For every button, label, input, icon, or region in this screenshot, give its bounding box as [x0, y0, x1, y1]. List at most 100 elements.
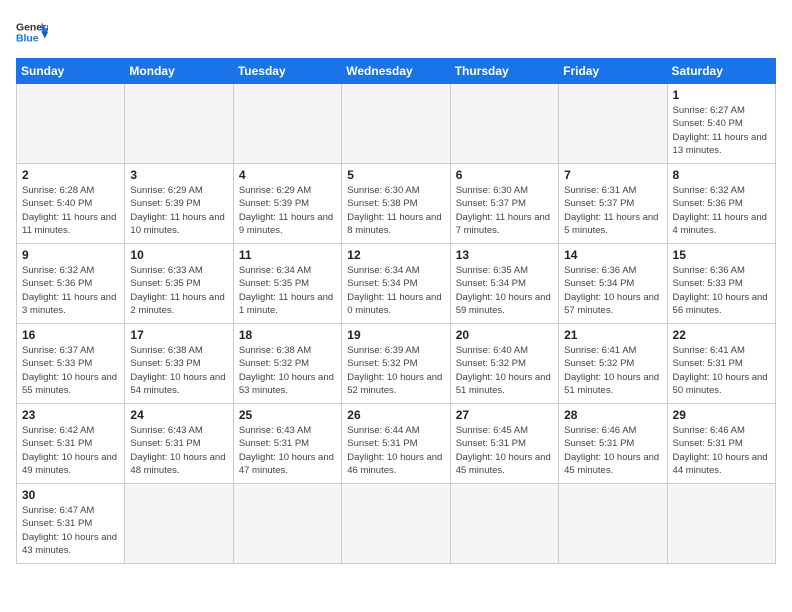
daylight-text: Daylight: 10 hours and 53 minutes.	[239, 371, 336, 398]
calendar-day-cell: 14 Sunrise: 6:36 AM Sunset: 5:34 PM Dayl…	[559, 244, 667, 324]
calendar-day-cell: 22 Sunrise: 6:41 AM Sunset: 5:31 PM Dayl…	[667, 324, 775, 404]
day-number: 7	[564, 168, 661, 182]
weekday-header: Tuesday	[233, 59, 341, 84]
daylight-text: Daylight: 10 hours and 51 minutes.	[564, 371, 661, 398]
day-number: 17	[130, 328, 227, 342]
weekday-header: Sunday	[17, 59, 125, 84]
calendar-day-cell: 16 Sunrise: 6:37 AM Sunset: 5:33 PM Dayl…	[17, 324, 125, 404]
day-info: Sunrise: 6:38 AM Sunset: 5:33 PM Dayligh…	[130, 344, 227, 397]
sunrise-text: Sunrise: 6:30 AM	[347, 184, 444, 197]
day-number: 18	[239, 328, 336, 342]
calendar-day-cell: 7 Sunrise: 6:31 AM Sunset: 5:37 PM Dayli…	[559, 164, 667, 244]
calendar-week-row: 9 Sunrise: 6:32 AM Sunset: 5:36 PM Dayli…	[17, 244, 776, 324]
calendar-day-cell: 26 Sunrise: 6:44 AM Sunset: 5:31 PM Dayl…	[342, 404, 450, 484]
weekday-header: Saturday	[667, 59, 775, 84]
sunrise-text: Sunrise: 6:29 AM	[239, 184, 336, 197]
weekday-header: Wednesday	[342, 59, 450, 84]
day-number: 21	[564, 328, 661, 342]
sunset-text: Sunset: 5:36 PM	[673, 197, 770, 210]
calendar-day-cell: 15 Sunrise: 6:36 AM Sunset: 5:33 PM Dayl…	[667, 244, 775, 324]
day-number: 16	[22, 328, 119, 342]
calendar-day-cell: 20 Sunrise: 6:40 AM Sunset: 5:32 PM Dayl…	[450, 324, 558, 404]
calendar-day-cell: 6 Sunrise: 6:30 AM Sunset: 5:37 PM Dayli…	[450, 164, 558, 244]
day-number: 26	[347, 408, 444, 422]
sunrise-text: Sunrise: 6:42 AM	[22, 424, 119, 437]
day-info: Sunrise: 6:29 AM Sunset: 5:39 PM Dayligh…	[130, 184, 227, 237]
sunset-text: Sunset: 5:35 PM	[130, 277, 227, 290]
logo-icon: General Blue	[16, 16, 48, 48]
day-number: 8	[673, 168, 770, 182]
sunset-text: Sunset: 5:31 PM	[673, 357, 770, 370]
day-number: 11	[239, 248, 336, 262]
sunrise-text: Sunrise: 6:39 AM	[347, 344, 444, 357]
daylight-text: Daylight: 10 hours and 57 minutes.	[564, 291, 661, 318]
day-info: Sunrise: 6:36 AM Sunset: 5:34 PM Dayligh…	[564, 264, 661, 317]
day-info: Sunrise: 6:32 AM Sunset: 5:36 PM Dayligh…	[673, 184, 770, 237]
day-number: 25	[239, 408, 336, 422]
sunrise-text: Sunrise: 6:43 AM	[239, 424, 336, 437]
daylight-text: Daylight: 10 hours and 45 minutes.	[564, 451, 661, 478]
calendar-week-row: 1 Sunrise: 6:27 AM Sunset: 5:40 PM Dayli…	[17, 84, 776, 164]
calendar-day-cell	[233, 484, 341, 564]
calendar-day-cell	[125, 484, 233, 564]
day-number: 29	[673, 408, 770, 422]
calendar-day-cell: 12 Sunrise: 6:34 AM Sunset: 5:34 PM Dayl…	[342, 244, 450, 324]
day-number: 4	[239, 168, 336, 182]
calendar-day-cell: 18 Sunrise: 6:38 AM Sunset: 5:32 PM Dayl…	[233, 324, 341, 404]
sunrise-text: Sunrise: 6:41 AM	[673, 344, 770, 357]
daylight-text: Daylight: 10 hours and 52 minutes.	[347, 371, 444, 398]
calendar-week-row: 16 Sunrise: 6:37 AM Sunset: 5:33 PM Dayl…	[17, 324, 776, 404]
calendar-day-cell	[450, 84, 558, 164]
day-number: 9	[22, 248, 119, 262]
day-number: 30	[22, 488, 119, 502]
day-info: Sunrise: 6:41 AM Sunset: 5:32 PM Dayligh…	[564, 344, 661, 397]
calendar-week-row: 23 Sunrise: 6:42 AM Sunset: 5:31 PM Dayl…	[17, 404, 776, 484]
sunset-text: Sunset: 5:31 PM	[673, 437, 770, 450]
day-info: Sunrise: 6:35 AM Sunset: 5:34 PM Dayligh…	[456, 264, 553, 317]
sunset-text: Sunset: 5:34 PM	[347, 277, 444, 290]
daylight-text: Daylight: 10 hours and 55 minutes.	[22, 371, 119, 398]
sunset-text: Sunset: 5:31 PM	[456, 437, 553, 450]
daylight-text: Daylight: 10 hours and 48 minutes.	[130, 451, 227, 478]
calendar-day-cell: 27 Sunrise: 6:45 AM Sunset: 5:31 PM Dayl…	[450, 404, 558, 484]
daylight-text: Daylight: 11 hours and 0 minutes.	[347, 291, 444, 318]
calendar-day-cell: 8 Sunrise: 6:32 AM Sunset: 5:36 PM Dayli…	[667, 164, 775, 244]
weekday-header: Friday	[559, 59, 667, 84]
calendar-day-cell: 10 Sunrise: 6:33 AM Sunset: 5:35 PM Dayl…	[125, 244, 233, 324]
day-number: 13	[456, 248, 553, 262]
calendar-table: SundayMondayTuesdayWednesdayThursdayFrid…	[16, 58, 776, 564]
logo: General Blue	[16, 16, 48, 48]
sunset-text: Sunset: 5:37 PM	[564, 197, 661, 210]
sunrise-text: Sunrise: 6:40 AM	[456, 344, 553, 357]
sunset-text: Sunset: 5:40 PM	[22, 197, 119, 210]
calendar-day-cell: 11 Sunrise: 6:34 AM Sunset: 5:35 PM Dayl…	[233, 244, 341, 324]
day-number: 23	[22, 408, 119, 422]
day-info: Sunrise: 6:27 AM Sunset: 5:40 PM Dayligh…	[673, 104, 770, 157]
daylight-text: Daylight: 11 hours and 5 minutes.	[564, 211, 661, 238]
day-info: Sunrise: 6:34 AM Sunset: 5:34 PM Dayligh…	[347, 264, 444, 317]
sunset-text: Sunset: 5:39 PM	[130, 197, 227, 210]
calendar-day-cell	[450, 484, 558, 564]
calendar-day-cell: 28 Sunrise: 6:46 AM Sunset: 5:31 PM Dayl…	[559, 404, 667, 484]
day-info: Sunrise: 6:41 AM Sunset: 5:31 PM Dayligh…	[673, 344, 770, 397]
sunset-text: Sunset: 5:40 PM	[673, 117, 770, 130]
calendar-day-cell: 5 Sunrise: 6:30 AM Sunset: 5:38 PM Dayli…	[342, 164, 450, 244]
weekday-header: Monday	[125, 59, 233, 84]
calendar-day-cell: 1 Sunrise: 6:27 AM Sunset: 5:40 PM Dayli…	[667, 84, 775, 164]
day-number: 27	[456, 408, 553, 422]
calendar-day-cell: 4 Sunrise: 6:29 AM Sunset: 5:39 PM Dayli…	[233, 164, 341, 244]
day-info: Sunrise: 6:29 AM Sunset: 5:39 PM Dayligh…	[239, 184, 336, 237]
day-info: Sunrise: 6:30 AM Sunset: 5:37 PM Dayligh…	[456, 184, 553, 237]
calendar-day-cell	[342, 84, 450, 164]
day-info: Sunrise: 6:37 AM Sunset: 5:33 PM Dayligh…	[22, 344, 119, 397]
day-number: 1	[673, 88, 770, 102]
daylight-text: Daylight: 11 hours and 2 minutes.	[130, 291, 227, 318]
calendar-week-row: 30 Sunrise: 6:47 AM Sunset: 5:31 PM Dayl…	[17, 484, 776, 564]
calendar-day-cell: 3 Sunrise: 6:29 AM Sunset: 5:39 PM Dayli…	[125, 164, 233, 244]
calendar-day-cell: 19 Sunrise: 6:39 AM Sunset: 5:32 PM Dayl…	[342, 324, 450, 404]
day-info: Sunrise: 6:34 AM Sunset: 5:35 PM Dayligh…	[239, 264, 336, 317]
daylight-text: Daylight: 11 hours and 4 minutes.	[673, 211, 770, 238]
day-info: Sunrise: 6:30 AM Sunset: 5:38 PM Dayligh…	[347, 184, 444, 237]
calendar-day-cell	[233, 84, 341, 164]
day-info: Sunrise: 6:38 AM Sunset: 5:32 PM Dayligh…	[239, 344, 336, 397]
